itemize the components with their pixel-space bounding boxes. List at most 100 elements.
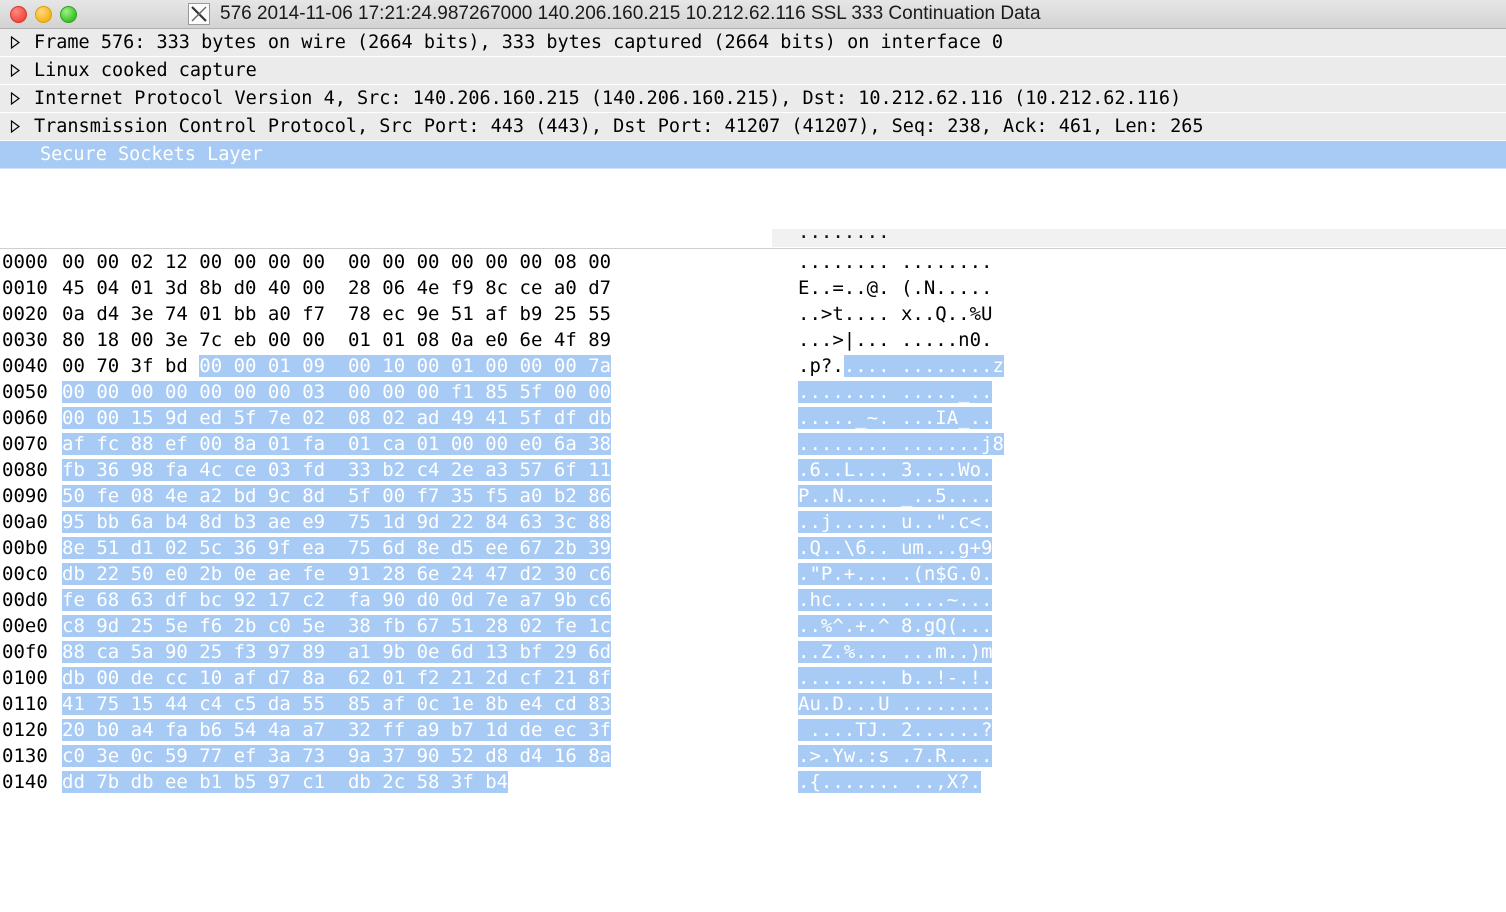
hex-dump-bytes-selected: db 00 de cc 10 af d7 8a 62 01 f2 21 2d c… — [62, 667, 612, 689]
window-titlebar: 576 2014-11-06 17:21:24.987267000 140.20… — [0, 0, 1506, 29]
hex-dump-bytes: c8 9d 25 5e f6 2b c0 5e 38 fb 67 51 28 0… — [62, 613, 612, 639]
hex-dump-row[interactable]: 00b0 8e 51 d1 02 5c 36 9f ea 75 6d 8e d5 … — [0, 535, 1506, 561]
hex-dump-bytes-unselected: 0a d4 3e 74 01 bb a0 f7 78 ec 9e 51 af b… — [62, 303, 612, 325]
hex-dump-bytes: 00 00 15 9d ed 5f 7e 02 08 02 ad 49 41 5… — [62, 405, 612, 431]
hex-dump-row[interactable]: 0000 00 00 02 12 00 00 00 00 00 00 00 00 … — [0, 249, 1506, 275]
protocol-tree-row-ssl[interactable]: Secure Sockets Layer — [0, 141, 1506, 169]
triangle-right-icon[interactable] — [0, 36, 30, 49]
hex-dump-ascii-selected: ........ ....._.. — [798, 381, 993, 403]
hex-dump-ascii: ........ ....._.. — [798, 379, 993, 405]
hex-dump-ascii: ..%^.+.^ 8.gQ(... — [798, 613, 993, 639]
hex-dump-clipped-ascii: ........ — [798, 229, 890, 243]
hex-dump-bytes-selected: dd 7b db ee b1 b5 97 c1 db 2c 58 3f b4 — [62, 771, 509, 793]
hex-dump-bytes: fb 36 98 fa 4c ce 03 fd 33 b2 c4 2e a3 5… — [62, 457, 612, 483]
hex-dump-ascii-selected: ..j..... u..".c<. — [798, 511, 993, 533]
hex-dump-offset: 0000 — [2, 251, 48, 273]
hex-dump-ascii-selected: .{....... ..,X?. — [798, 771, 982, 793]
hex-dump-offset: 0090 — [2, 485, 48, 507]
hex-dump-bytes-selected: 20 b0 a4 fa b6 54 4a a7 32 ff a9 b7 1d d… — [62, 719, 612, 741]
hex-dump-row[interactable]: 0020 0a d4 3e 74 01 bb a0 f7 78 ec 9e 51 … — [0, 301, 1506, 327]
protocol-tree-row-tcp[interactable]: Transmission Control Protocol, Src Port:… — [0, 113, 1506, 141]
hex-dump-row[interactable]: 0010 45 04 01 3d 8b d0 40 00 28 06 4e f9 … — [0, 275, 1506, 301]
hex-dump-bytes-selected: 00 00 01 09 00 10 00 01 00 00 00 7a — [199, 355, 612, 377]
protocol-tree-row-ipv4[interactable]: Internet Protocol Version 4, Src: 140.20… — [0, 85, 1506, 113]
hex-dump-ascii-selected: Au.D...U ........ — [798, 693, 993, 715]
hex-dump-bytes-selected: af fc 88 ef 00 8a 01 fa 01 ca 01 00 00 e… — [62, 433, 612, 455]
hex-dump-row[interactable]: 0090 50 fe 08 4e a2 bd 9c 8d 5f 00 f7 35 … — [0, 483, 1506, 509]
hex-dump-bytes-selected: c0 3e 0c 59 77 ef 3a 73 9a 37 90 52 d8 d… — [62, 745, 612, 767]
hex-dump-row[interactable]: 00d0 fe 68 63 df bc 92 17 c2 fa 90 d0 0d … — [0, 587, 1506, 613]
hex-dump-ascii-selected: ........ b..!-.!. — [798, 667, 993, 689]
hex-dump-offset: 00a0 — [2, 511, 48, 533]
hex-dump-row[interactable]: 0110 41 75 15 44 c4 c5 da 55 85 af 0c 1e … — [0, 691, 1506, 717]
hex-dump-row[interactable]: 00c0 db 22 50 e0 2b 0e ae fe 91 28 6e 24 … — [0, 561, 1506, 587]
hex-dump-row[interactable]: 00e0 c8 9d 25 5e f6 2b c0 5e 38 fb 67 51 … — [0, 613, 1506, 639]
hex-dump-ascii-selected: .hc..... ....~... — [798, 589, 993, 611]
protocol-tree-label: Secure Sockets Layer — [40, 144, 263, 165]
triangle-right-icon[interactable] — [0, 92, 30, 105]
hex-dump-pane[interactable]: ........ 0000 00 00 02 12 00 00 00 00 00 … — [0, 229, 1506, 795]
hex-dump-bytes-unselected: 00 70 3f bd — [62, 355, 200, 377]
hex-dump-row[interactable]: 0050 00 00 00 00 00 00 00 03 00 00 00 f1 … — [0, 379, 1506, 405]
triangle-right-icon[interactable] — [0, 120, 30, 133]
hex-dump-bytes: 20 b0 a4 fa b6 54 4a a7 32 ff a9 b7 1d d… — [62, 717, 612, 743]
minimize-button[interactable] — [35, 5, 52, 23]
hex-dump-ascii-selected: ..Z.%... ...m..)m — [798, 641, 993, 663]
triangle-right-icon[interactable] — [0, 64, 30, 77]
hex-dump-row[interactable]: 00a0 95 bb 6a b4 8d b3 ae e9 75 1d 9d 22 … — [0, 509, 1506, 535]
hex-dump-offset: 0110 — [2, 693, 48, 715]
hex-dump-row[interactable]: 0040 00 70 3f bd 00 00 01 09 00 10 00 01 … — [0, 353, 1506, 379]
hex-dump-row[interactable]: 0030 80 18 00 3e 7c eb 00 00 01 01 08 0a … — [0, 327, 1506, 353]
hex-dump-ascii: ........ b..!-.!. — [798, 665, 993, 691]
hex-dump-offset: 00f0 — [2, 641, 48, 663]
hex-dump-row[interactable]: 00f0 88 ca 5a 90 25 f3 97 89 a1 9b 0e 6d … — [0, 639, 1506, 665]
hex-dump-bytes: db 22 50 e0 2b 0e ae fe 91 28 6e 24 47 d… — [62, 561, 612, 587]
hex-dump-bytes: 95 bb 6a b4 8d b3 ae e9 75 1d 9d 22 84 6… — [62, 509, 612, 535]
hex-dump-bytes: 88 ca 5a 90 25 f3 97 89 a1 9b 0e 6d 13 b… — [62, 639, 612, 665]
hex-dump-bytes: 00 00 00 00 00 00 00 03 00 00 00 f1 85 5… — [62, 379, 612, 405]
hex-dump-ascii: .6..L... 3....Wo. — [798, 457, 993, 483]
protocol-tree-label: Linux cooked capture — [34, 60, 257, 81]
hex-dump-offset: 0040 — [2, 355, 48, 377]
hex-dump-ascii: ....TJ. 2......? — [798, 717, 993, 743]
protocol-tree-label: Frame 576: 333 bytes on wire (2664 bits)… — [34, 32, 1004, 53]
hex-dump-bytes: fe 68 63 df bc 92 17 c2 fa 90 d0 0d 7e a… — [62, 587, 612, 613]
hex-dump-row[interactable]: 0100 db 00 de cc 10 af d7 8a 62 01 f2 21 … — [0, 665, 1506, 691]
hex-dump-bytes-unselected: 45 04 01 3d 8b d0 40 00 28 06 4e f9 8c c… — [62, 277, 612, 299]
hex-dump-bytes: 0a d4 3e 74 01 bb a0 f7 78 ec 9e 51 af b… — [62, 301, 612, 327]
hex-dump-offset: 0020 — [2, 303, 48, 325]
maximize-button[interactable] — [60, 5, 77, 23]
close-button[interactable] — [10, 5, 27, 23]
x11-icon — [188, 3, 210, 25]
hex-dump-bytes-selected: 00 00 15 9d ed 5f 7e 02 08 02 ad 49 41 5… — [62, 407, 612, 429]
hex-dump-offset: 00b0 — [2, 537, 48, 559]
hex-dump-offset: 0010 — [2, 277, 48, 299]
hex-dump-bytes-unselected: 00 00 02 12 00 00 00 00 00 00 00 00 00 0… — [62, 251, 612, 273]
hex-dump-ascii-selected: ....._~. ...IA_.. — [798, 407, 993, 429]
hex-dump-bytes: 00 70 3f bd 00 00 01 09 00 10 00 01 00 0… — [62, 353, 612, 379]
hex-dump-ascii: ...>|... .....n0. — [798, 327, 993, 353]
hex-dump-ascii-selected: .... ........z — [843, 355, 1004, 377]
hex-dump-offset: 0070 — [2, 433, 48, 455]
hex-dump-offset: 0120 — [2, 719, 48, 741]
hex-dump-row[interactable]: 0120 20 b0 a4 fa b6 54 4a a7 32 ff a9 b7 … — [0, 717, 1506, 743]
hex-dump-ascii-selected: ....TJ. 2......? — [798, 719, 993, 741]
hex-dump-row[interactable]: 0140 dd 7b db ee b1 b5 97 c1 db 2c 58 3f … — [0, 769, 1506, 795]
hex-dump-ascii-selected: ........ .......j8 — [798, 433, 1004, 455]
hex-dump-offset: 0100 — [2, 667, 48, 689]
hex-dump-ascii-unselected: ..>t.... x..Q..%U — [798, 303, 993, 325]
protocol-tree-row-frame[interactable]: Frame 576: 333 bytes on wire (2664 bits)… — [0, 29, 1506, 57]
hex-dump-row[interactable]: 0080 fb 36 98 fa 4c ce 03 fd 33 b2 c4 2e … — [0, 457, 1506, 483]
hex-dump-ascii: P..N.... _..5.... — [798, 483, 993, 509]
hex-dump-offset: 00e0 — [2, 615, 48, 637]
hex-dump-rows: 0000 00 00 02 12 00 00 00 00 00 00 00 00 … — [0, 249, 1506, 795]
hex-dump-offset: 0130 — [2, 745, 48, 767]
hex-dump-ascii-selected: .6..L... 3....Wo. — [798, 459, 993, 481]
protocol-tree-row-linux-cooked[interactable]: Linux cooked capture — [0, 57, 1506, 85]
hex-dump-ascii: Au.D...U ........ — [798, 691, 993, 717]
hex-dump-row[interactable]: 0130 c0 3e 0c 59 77 ef 3a 73 9a 37 90 52 … — [0, 743, 1506, 769]
hex-dump-row[interactable]: 0060 00 00 15 9d ed 5f 7e 02 08 02 ad 49 … — [0, 405, 1506, 431]
protocol-tree-empty-space — [0, 169, 1506, 229]
hex-dump-bytes: 50 fe 08 4e a2 bd 9c 8d 5f 00 f7 35 f5 a… — [62, 483, 612, 509]
hex-dump-row[interactable]: 0070 af fc 88 ef 00 8a 01 fa 01 ca 01 00 … — [0, 431, 1506, 457]
